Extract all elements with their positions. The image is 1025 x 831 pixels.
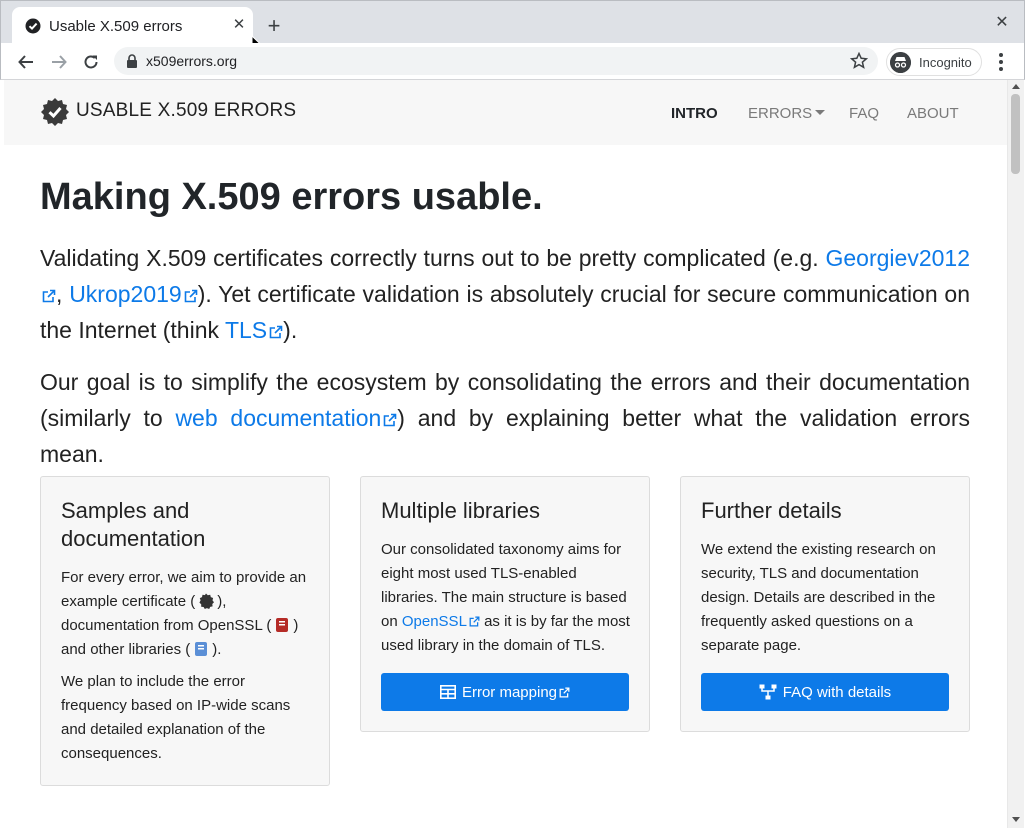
browser-tab[interactable]: Usable X.509 errors ✕: [12, 7, 253, 45]
card-title: Further details: [701, 498, 842, 523]
incognito-icon: [890, 52, 911, 73]
nav-faq-link[interactable]: FAQ: [849, 105, 879, 122]
window-close-button[interactable]: ✕: [991, 12, 1013, 34]
details-card: Further details We extend the existing r…: [680, 476, 970, 732]
link-label: OpenSSL: [401, 613, 467, 630]
browser-tabstrip: Usable X.509 errors ✕ + ✕: [0, 0, 1025, 53]
table-icon: [439, 685, 456, 699]
browser-toolbar: x509errors.org Incognito: [0, 43, 1025, 80]
intro-paragraph: Validating X.509 certificates correctly …: [40, 240, 970, 348]
samples-card: Samples and documentation For every erro…: [40, 476, 330, 786]
scrollbar-thumb[interactable]: [1011, 94, 1020, 174]
browser-menu-icon[interactable]: [993, 51, 1009, 73]
external-link-icon: [42, 289, 56, 303]
button-label: FAQ with details: [782, 683, 892, 701]
tls-link[interactable]: TLS: [225, 317, 283, 343]
incognito-label: Incognito: [919, 55, 972, 70]
forward-arrow-icon: [52, 55, 67, 69]
incognito-badge[interactable]: Incognito: [886, 48, 982, 76]
text-span: Validating X.509 certificates correctly …: [40, 245, 826, 271]
external-link-icon: [184, 289, 198, 303]
sitemap-icon: [759, 684, 777, 700]
certificate-icon: [199, 593, 215, 609]
tab-title: Usable X.509 errors: [49, 18, 183, 35]
caret-down-icon: [815, 110, 826, 115]
card-text: For every error, we aim to provide an ex…: [61, 566, 311, 662]
site-navbar: USABLE X.509 ERRORS INTRO ERRORS FAQ ABO…: [4, 80, 1008, 145]
link-label: web documentation: [175, 405, 382, 431]
libraries-card: Multiple libraries Our consolidated taxo…: [360, 476, 650, 732]
error-mapping-button[interactable]: Error mapping: [381, 673, 629, 711]
external-link-icon: [469, 616, 480, 627]
faq-details-button[interactable]: FAQ with details: [701, 673, 949, 711]
card-title: Multiple libraries: [381, 498, 540, 523]
scroll-up-arrow-icon[interactable]: [1012, 84, 1020, 89]
openssl-link[interactable]: OpenSSL: [402, 613, 480, 630]
lock-icon: [127, 54, 137, 68]
back-arrow-icon: [18, 55, 33, 69]
link-label: Ukrop2019: [69, 281, 182, 307]
scroll-down-arrow-icon[interactable]: [1012, 817, 1020, 822]
address-bar[interactable]: x509errors.org: [114, 47, 878, 75]
brand-name[interactable]: USABLE X.509 ERRORS: [76, 100, 296, 122]
text-span: ,: [56, 281, 70, 307]
tab-close-icon[interactable]: ✕: [230, 16, 248, 34]
external-link-icon: [383, 413, 397, 427]
library-book-icon: [195, 642, 208, 656]
card-text: Our consolidated taxonomy aims for eight…: [381, 538, 631, 658]
openssl-book-icon: [276, 618, 289, 632]
nav-errors-label: ERRORS: [748, 105, 813, 122]
brand-seal-icon[interactable]: [40, 97, 70, 127]
card-title: Samples and documentation: [61, 498, 206, 551]
link-label: TLS: [224, 317, 268, 343]
card-text: We extend the existing research on secur…: [701, 541, 936, 654]
nav-intro-link[interactable]: INTRO: [671, 105, 718, 122]
text-span: For every error, we aim to provide an ex…: [61, 569, 307, 610]
url-text: x509errors.org: [146, 53, 238, 69]
text-span: ).: [283, 317, 298, 343]
new-tab-button[interactable]: +: [263, 15, 285, 38]
ukrop2019-link[interactable]: Ukrop2019: [69, 281, 198, 307]
text-span: ).: [212, 641, 222, 658]
web-documentation-link[interactable]: web documentation: [175, 405, 397, 431]
nav-errors-dropdown[interactable]: ERRORS: [748, 105, 826, 122]
external-link-icon: [269, 325, 283, 339]
link-label: Georgiev2012: [825, 245, 971, 271]
page-title: Making X.509 errors usable.: [40, 176, 543, 218]
external-link-icon: [559, 687, 570, 697]
nav-about-link[interactable]: ABOUT: [907, 105, 959, 122]
page-viewport: USABLE X.509 ERRORS INTRO ERRORS FAQ ABO…: [1, 80, 1008, 828]
reload-icon: [84, 55, 98, 69]
site-favicon-icon: [25, 18, 41, 34]
back-button[interactable]: [13, 49, 39, 75]
button-label: Error mapping: [461, 683, 558, 701]
bookmark-star-icon[interactable]: [850, 52, 868, 70]
card-text: We plan to include the error frequency b…: [61, 673, 291, 762]
goal-paragraph: Our goal is to simplify the ecosystem by…: [40, 364, 970, 472]
forward-button[interactable]: [46, 49, 72, 75]
page-scrollbar[interactable]: [1007, 80, 1024, 828]
reload-button[interactable]: [78, 49, 104, 75]
